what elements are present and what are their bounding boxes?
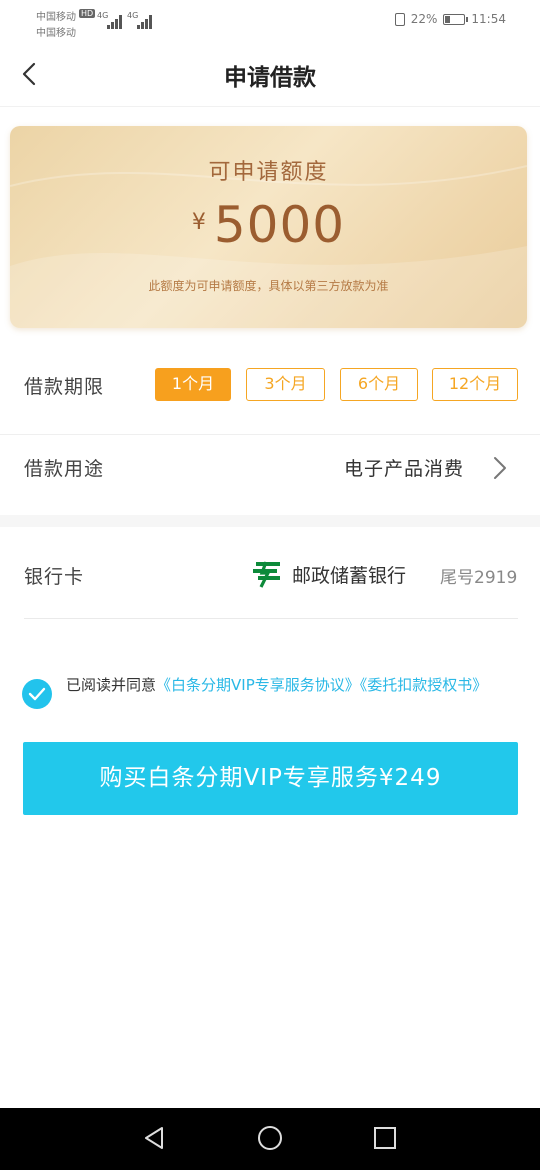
nav-home-icon[interactable] xyxy=(255,1123,285,1153)
currency-symbol: ¥ xyxy=(191,210,206,235)
card-tail-number: 尾号2919 xyxy=(440,568,518,588)
credit-limit-card: 可申请额度 ¥5000 此额度为可申请额度，具体以第三方放款为准 xyxy=(10,126,527,328)
hd-badge: HD xyxy=(79,9,96,18)
debit-authorization-link[interactable]: 《委托扣款授权书》 xyxy=(360,676,488,694)
credit-amount: 5000 xyxy=(213,196,346,254)
agreement-text: 已阅读并同意《白条分期VIP专享服务协议》《委托扣款授权书》 xyxy=(66,674,516,696)
system-nav-bar xyxy=(0,1108,540,1170)
header: 申请借款 xyxy=(0,44,540,107)
credit-note: 此额度为可申请额度，具体以第三方放款为准 xyxy=(148,279,389,293)
carrier-2: 中国移动 xyxy=(36,28,76,39)
purpose-label: 借款用途 xyxy=(24,458,105,480)
status-bar: 中国移动 中国移动 HD 4G 4G 22% 11:54 xyxy=(0,0,540,44)
vibrate-icon xyxy=(394,12,405,26)
agreement-checkbox[interactable] xyxy=(22,679,52,709)
bank-card-label: 银行卡 xyxy=(24,566,85,588)
network-type-2: 4G xyxy=(127,11,139,20)
vip-service-agreement-link[interactable]: 《白条分期VIP专享服务协议》 xyxy=(156,676,360,694)
page-title: 申请借款 xyxy=(224,65,316,91)
credit-label: 可申请额度 xyxy=(208,160,329,185)
network-type-1: 4G xyxy=(97,11,109,20)
purpose-value[interactable]: 电子产品消费 xyxy=(344,454,464,481)
nav-back-icon[interactable] xyxy=(140,1123,170,1153)
term-label: 借款期限 xyxy=(24,376,105,398)
divider xyxy=(24,618,518,619)
section-gap xyxy=(0,515,540,527)
bank-name[interactable]: 邮政储蓄银行 xyxy=(292,561,406,588)
term-option-6m[interactable]: 6个月 xyxy=(340,368,418,401)
term-option-12m[interactable]: 12个月 xyxy=(432,368,518,401)
term-option-3m[interactable]: 3个月 xyxy=(246,368,325,401)
battery-icon xyxy=(443,13,469,25)
buy-vip-service-button[interactable]: 购买白条分期VIP专享服务¥249 xyxy=(23,742,518,815)
nav-recents-icon[interactable] xyxy=(370,1123,400,1153)
check-icon xyxy=(28,687,46,701)
divider xyxy=(0,434,540,435)
battery-percent: 22% xyxy=(410,12,438,26)
signal-icon: 4G xyxy=(97,11,125,29)
agreement-prefix: 已阅读并同意 xyxy=(66,676,157,694)
carrier-1: 中国移动 xyxy=(36,12,76,23)
postal-bank-logo-icon xyxy=(253,561,280,588)
term-option-1m[interactable]: 1个月 xyxy=(155,368,231,401)
right-status: 22% 11:54 xyxy=(394,12,506,26)
credit-amount-row: ¥5000 xyxy=(10,196,527,254)
clock: 11:54 xyxy=(471,12,506,26)
chevron-right-icon[interactable] xyxy=(492,456,508,480)
signal-icon: 4G xyxy=(127,11,155,29)
